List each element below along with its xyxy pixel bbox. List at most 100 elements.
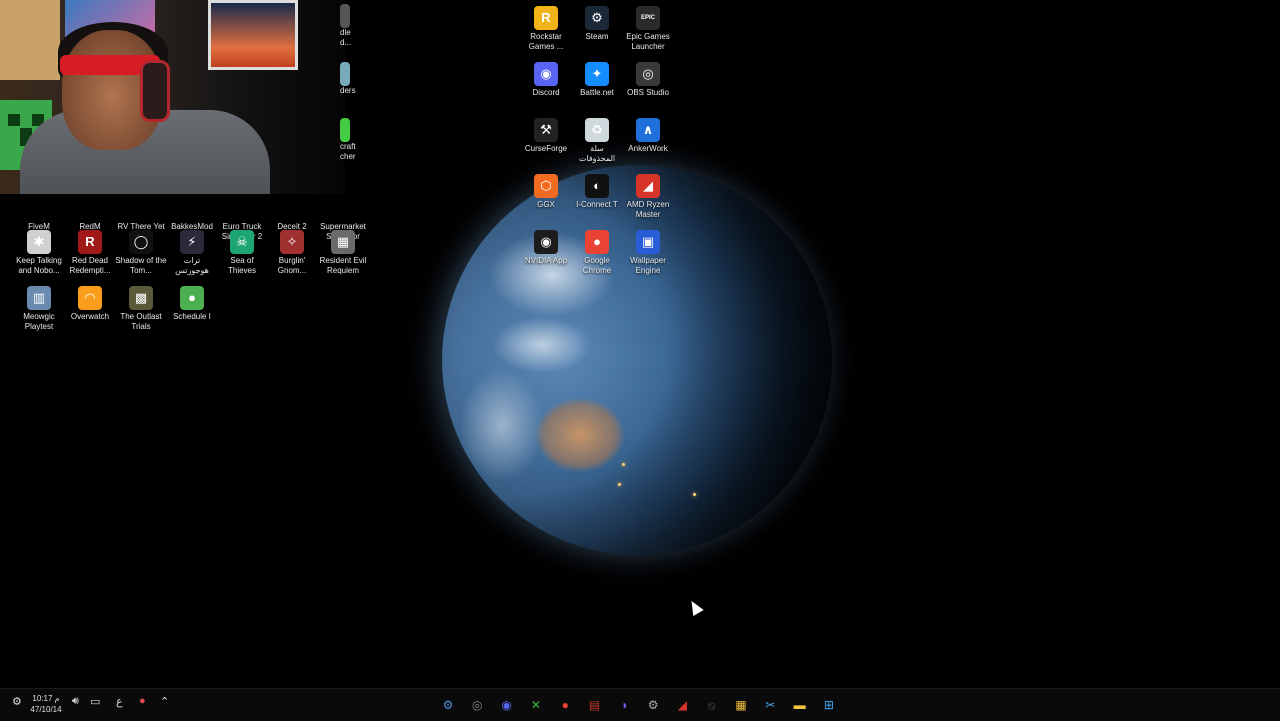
start-taskbar-icon[interactable]: ⊞ <box>820 696 838 714</box>
desktop-icon-label: NVIDIA App <box>524 256 568 265</box>
ankerwork-icon: ∧ <box>636 118 660 142</box>
partial-desktop-icon[interactable]: craft cher <box>340 118 362 162</box>
desktop-icon-label: Google Chrome <box>582 256 612 275</box>
chrome-icon: ● <box>585 230 609 254</box>
desktop-icon-label: ترات هوجورتس <box>175 256 209 275</box>
amd-taskbar-icon[interactable]: ◢ <box>673 696 691 714</box>
settings-taskbar-icon[interactable]: ⚙ <box>644 696 662 714</box>
earth-shadow <box>442 165 832 555</box>
desktop-icon-resident-evil[interactable]: ▦ Resident Evil Requiem <box>317 230 369 276</box>
desktop-icon-label: Epic Games Launcher <box>626 32 670 51</box>
desktop-icon-iconnect[interactable]: ◐ I-Connect T <box>571 174 623 210</box>
desktop-icon-ggx[interactable]: ⬡ GGX <box>520 174 572 210</box>
desktop-icon-fivem[interactable]: FiveM <box>13 196 65 232</box>
desktop-icon-steam[interactable]: ⚙ Steam <box>571 6 623 42</box>
meowgic-icon: ▥ <box>27 286 51 310</box>
desktop-icon-label: Sea of Thieves <box>227 256 256 275</box>
desktop-icon-label: Burglin' Gnom... <box>277 256 307 275</box>
desktop-icon-bakkesmod[interactable]: BakkesMod <box>166 196 218 232</box>
desktop-icon-overwatch[interactable]: ◠ Overwatch <box>64 286 116 322</box>
outlast-trials-icon: ▩ <box>129 286 153 310</box>
desktop-icon-label: Resident Evil Requiem <box>319 256 367 275</box>
steam-taskbar-icon[interactable]: ⚙ <box>439 696 457 714</box>
signalrgb-taskbar-icon[interactable]: ▤ <box>586 696 604 714</box>
language-indicator[interactable]: ع <box>116 695 123 708</box>
desktop-icon-label: CurseForge <box>524 144 568 153</box>
curseforge-icon: ⚒ <box>534 118 558 142</box>
desktop-icon-amd-ryzen[interactable]: ◢ AMD Ryzen Master <box>622 174 674 220</box>
desktop-icon-shadow-tomb[interactable]: ◯ Shadow of the Tom... <box>115 230 167 276</box>
xbox-taskbar-icon[interactable]: ✕ <box>527 696 545 714</box>
desktop-icon-chrome[interactable]: ● Google Chrome <box>571 230 623 276</box>
desktop-icon-curseforge[interactable]: ⚒ CurseForge <box>520 118 572 154</box>
clock[interactable]: 10:17 م 47/10/14 <box>28 693 64 715</box>
partial-desktop-icon[interactable]: dle d... <box>340 4 360 48</box>
discord-icon: ◉ <box>534 62 558 86</box>
desktop-icon-epic-games[interactable]: EPIC Epic Games Launcher <box>622 6 674 52</box>
desktop-icon-schedule-one[interactable]: ● Schedule I <box>166 286 218 322</box>
desktop-icon-wallpaper-engine[interactable]: ▣ Wallpaper Engine <box>622 230 674 276</box>
desktop-icon-rockstar[interactable]: R Rockstar Games ... <box>520 6 572 52</box>
desktop-icon-burglin-gnomes[interactable]: ✧ Burglin' Gnom... <box>266 230 318 276</box>
app-taskbar-icon[interactable]: ◑ <box>615 696 633 714</box>
desktop-icon-label: I-Connect T <box>576 200 618 209</box>
microphone-icon[interactable]: ● <box>139 695 146 707</box>
recycle-bin-icon: ♻ <box>585 118 609 142</box>
volume-icon[interactable]: 🔊︎ <box>72 695 79 708</box>
epic-games-icon: EPIC <box>636 6 660 30</box>
desktop-icon-label: Overwatch <box>70 312 110 321</box>
desktop-icon-outlast-trials[interactable]: ▩ The Outlast Trials <box>115 286 167 332</box>
desktop-icon-battlenet[interactable]: ✦ Battle.net <box>571 62 623 98</box>
snipping-taskbar-icon[interactable]: ✂ <box>761 696 779 714</box>
desktop-icon-deceit[interactable]: Deceit 2 <box>266 196 318 232</box>
store-taskbar-icon[interactable]: ▦ <box>732 696 750 714</box>
chrome-taskbar-icon[interactable]: ● <box>556 696 574 714</box>
amd-ryzen-icon: ◢ <box>636 174 660 198</box>
desktop-icon-recycle-bin[interactable]: ♻ سلة المحذوفات <box>571 118 623 164</box>
schedule-one-icon: ● <box>180 286 204 310</box>
desktop-icon-label: Discord <box>532 88 560 97</box>
desktop-icon-ankerwork[interactable]: ∧ AnkerWork <box>622 118 674 154</box>
chevron-up-icon[interactable]: ⌃ <box>160 695 169 708</box>
desktop-icon-keep-talking[interactable]: ✱ Keep Talking and Nobo... <box>13 230 65 276</box>
keep-talking-icon: ✱ <box>27 230 51 254</box>
sea-of-thieves-icon: ☠ <box>230 230 254 254</box>
steam-tray-icon[interactable]: ⚙ <box>12 695 22 708</box>
desktop-icon-label: Schedule I <box>173 312 211 321</box>
desktop-icon-label: Wallpaper Engine <box>630 256 666 275</box>
desktop-icon-label: Meowgic Playtest <box>23 312 55 331</box>
desktop-icon-label: Red Dead Redempti... <box>69 256 111 275</box>
desktop-icon-sea-of-thieves[interactable]: ☠ Sea of Thieves <box>216 230 268 276</box>
network-icon[interactable]: ▭ <box>90 695 100 708</box>
iconnect-icon: ◐ <box>585 174 609 198</box>
desktop-icon-label: سلة المحذوفات <box>578 144 616 163</box>
blackbox-taskbar-icon[interactable]: ⦸ <box>703 696 721 714</box>
discord-taskbar-icon[interactable]: ◉ <box>498 696 516 714</box>
city-light <box>693 493 696 496</box>
city-light <box>622 463 625 466</box>
clock-date: 47/10/14 <box>30 705 62 714</box>
desktop-icon-label: Steam <box>585 32 609 41</box>
partial-icon-2 <box>340 62 350 86</box>
red-dead-icon: R <box>78 230 102 254</box>
webcam-overlay <box>0 0 345 194</box>
ggx-icon: ⬡ <box>534 174 558 198</box>
desktop-icon-label: The Outlast Trials <box>120 312 162 331</box>
desktop-icon-redm[interactable]: RedM <box>64 196 116 232</box>
desktop-icon-red-dead[interactable]: R Red Dead Redempti... <box>64 230 116 276</box>
desktop-icon-rv-there-yet[interactable]: RV There Yet <box>115 196 167 232</box>
desktop-icon-hogwarts[interactable]: ⚡ ترات هوجورتس <box>166 230 218 276</box>
desktop-icon-label: Shadow of the Tom... <box>115 256 167 275</box>
desktop-icon-discord[interactable]: ◉ Discord <box>520 62 572 98</box>
desktop-icon-meowgic[interactable]: ▥ Meowgic Playtest <box>13 286 65 332</box>
headphones <box>140 60 170 122</box>
poster <box>208 0 298 70</box>
desktop-icon-label: AMD Ryzen Master <box>626 200 670 219</box>
partial-desktop-icon[interactable]: ders <box>340 62 362 96</box>
file-explorer-taskbar-icon[interactable]: ▬ <box>791 696 809 714</box>
desktop-icon-obs[interactable]: ◎ OBS Studio <box>622 62 674 98</box>
burglin-gnomes-icon: ✧ <box>280 230 304 254</box>
desktop-icon-nvidia[interactable]: ◉ NVIDIA App <box>520 230 572 266</box>
obs-taskbar-icon[interactable]: ◎ <box>468 696 486 714</box>
desktop-icon-label: Rockstar Games ... <box>528 32 564 51</box>
